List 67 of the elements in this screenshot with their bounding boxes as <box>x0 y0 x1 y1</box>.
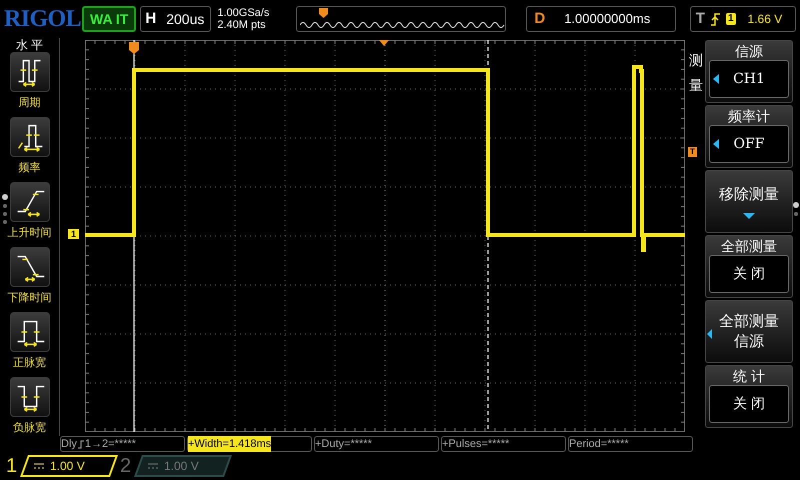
channel-scale-tab[interactable]: 1.00 V <box>20 454 118 476</box>
menu-item-label: 上升时间 <box>8 226 52 241</box>
measurement-name: Dly <box>61 436 77 452</box>
softkey[interactable]: 移除测量 <box>705 170 793 233</box>
trigger-source: 1 <box>726 13 736 25</box>
softkey-title: 信源 <box>734 332 764 352</box>
falling-edge-icon[interactable] <box>10 247 50 287</box>
dropdown-arrow-icon <box>743 212 755 219</box>
menu-item-label: 下降时间 <box>8 291 52 306</box>
trigger-level: 1.66 V <box>746 11 782 28</box>
channel-scale: 1.00 V <box>164 458 199 474</box>
softkey[interactable]: 信源 CH1 <box>705 40 793 103</box>
menu-item-label: 周期 <box>18 96 40 111</box>
menu-item-label: 负脉宽 <box>13 420 46 436</box>
menu-title: 测量 <box>689 51 703 96</box>
channel-scale: 1.00 V <box>50 458 85 474</box>
rising-edge-icon[interactable] <box>10 182 50 222</box>
sample-rate: 1.00GSa/s <box>217 7 270 19</box>
softkey-title: 信源 <box>735 42 763 60</box>
waveform-overview-icon <box>300 19 506 29</box>
trigger-position-icon <box>379 40 389 46</box>
pulse-icon[interactable] <box>10 312 50 352</box>
dc-coupling-icon <box>148 462 158 468</box>
selector-arrow-icon <box>713 74 719 84</box>
trigger-level-marker: T <box>688 147 697 157</box>
softkey[interactable]: 频率计 OFF <box>705 105 793 168</box>
menu-item-label: 频率 <box>18 160 40 176</box>
trigger-label: T <box>694 8 705 29</box>
run-state-button[interactable]: WA IT <box>82 6 136 32</box>
softkey-value: 关 闭 <box>732 264 766 284</box>
selector-arrow-icon <box>713 139 719 149</box>
softkey-value: OFF <box>732 134 766 154</box>
measurement-reading: Period=***** <box>569 436 629 452</box>
softkey-title: 全部测量 <box>719 312 779 332</box>
channel-number: 2 <box>120 454 132 478</box>
softkey-title: 频率计 <box>728 107 770 125</box>
menu-item-label: 正脉宽 <box>13 356 46 371</box>
softkey[interactable]: 全部测量 关 闭 <box>705 235 793 298</box>
channel-marker: 1 <box>68 229 80 239</box>
softkey-title: 移除测量 <box>719 185 779 206</box>
softkey-title: 全部测量 <box>721 237 777 255</box>
channel-scale-tab[interactable]: 1.00 V <box>134 454 232 476</box>
timebase-value: 200us <box>165 10 206 28</box>
measurement-reading: +Duty=***** <box>315 436 372 452</box>
memory-depth: 2.40M pts <box>217 19 267 31</box>
pulse-icon[interactable] <box>10 377 50 417</box>
square-wave-icon[interactable] <box>10 52 50 92</box>
softkey-value: 关 闭 <box>732 394 766 414</box>
softkey[interactable]: 全部测量 信源 <box>705 300 793 363</box>
selector-arrow-icon <box>707 329 712 339</box>
timebase-label: H <box>144 8 158 29</box>
delay-label: D <box>533 8 546 29</box>
channel-number: 1 <box>6 454 18 478</box>
dc-coupling-icon <box>34 462 44 468</box>
softkey[interactable]: 统 计 关 闭 <box>705 365 793 428</box>
delay-value: 1.00000000ms <box>563 10 652 28</box>
measurement-reading: 1→2=***** <box>84 436 136 452</box>
softkey-title: 统 计 <box>733 367 765 385</box>
trigger-marker-icon <box>319 8 328 18</box>
cursor-marker-icon <box>129 42 139 54</box>
measurement-reading: +Pulses=***** <box>442 436 510 452</box>
square-wave-icon[interactable] <box>10 117 50 157</box>
rising-edge-icon <box>710 12 720 26</box>
menu-title: 水 平 <box>16 38 44 52</box>
softkey-value: CH1 <box>732 70 766 88</box>
measurement-reading: +Width=1.418ms <box>188 436 272 452</box>
edge-icon <box>78 440 84 448</box>
